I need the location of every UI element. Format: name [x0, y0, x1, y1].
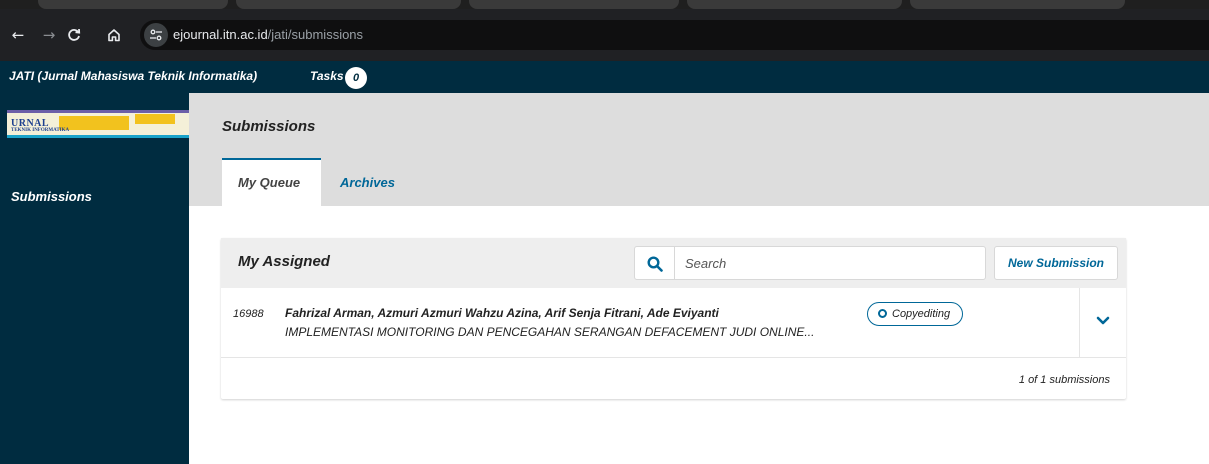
submission-title[interactable]: IMPLEMENTASI MONITORING DAN PENCEGAHAN S… — [285, 325, 814, 339]
browser-tab[interactable] — [687, 0, 902, 9]
page-header: Submissions My Queue Archives — [189, 93, 1209, 206]
browser-tab[interactable] — [236, 0, 461, 9]
logo-gold-block — [135, 114, 175, 124]
tab-archives[interactable]: Archives — [340, 175, 395, 190]
tasks-link[interactable]: Tasks — [310, 69, 344, 83]
tab-my-queue[interactable]: My Queue — [222, 158, 321, 206]
submission-id: 16988 — [233, 308, 264, 320]
search-icon — [647, 256, 663, 272]
submission-row[interactable]: 16988 Fahrizal Arman, Azmuri Azmuri Wahz… — [221, 288, 1126, 358]
sidebar: URNAL TEKNIK INFORMATIKA Submissions — [0, 93, 189, 464]
page-title: Submissions — [222, 118, 316, 135]
submissions-count: 1 of 1 submissions — [1018, 374, 1110, 386]
tasks-count-badge[interactable]: 0 — [345, 67, 367, 89]
journal-context-title[interactable]: JATI (Jurnal Mahasiswa Teknik Informatik… — [9, 69, 257, 83]
new-submission-button[interactable]: New Submission — [994, 246, 1118, 280]
url-path: /jati/submissions — [267, 27, 364, 42]
app-header: JATI (Jurnal Mahasiswa Teknik Informatik… — [0, 61, 1209, 93]
browser-tab-strip — [0, 0, 1209, 9]
panel-header: My Assigned New Submission — [221, 238, 1126, 288]
chevron-down-icon — [1096, 316, 1110, 325]
site-info-icon[interactable] — [144, 23, 168, 47]
browser-toolbar: ← → ejournal.itn.ac.id/jati/submissions — [0, 9, 1209, 61]
reload-icon[interactable] — [64, 25, 84, 45]
sidebar-item-submissions[interactable]: Submissions — [11, 189, 92, 204]
browser-tab[interactable] — [910, 0, 1125, 9]
journal-logo[interactable]: URNAL TEKNIK INFORMATIKA — [7, 110, 189, 138]
browser-tab[interactable] — [469, 0, 679, 9]
status-label: Copyediting — [892, 308, 951, 320]
panel-title: My Assigned — [238, 253, 330, 270]
address-bar[interactable]: ejournal.itn.ac.id/jati/submissions — [140, 20, 1209, 50]
submissions-panel: My Assigned New Submission 16988 Fahriza… — [221, 238, 1126, 399]
logo-gold-block — [59, 116, 129, 130]
expand-row-button[interactable] — [1080, 288, 1126, 358]
status-badge[interactable]: Copyediting — [867, 302, 964, 326]
tab-label: My Queue — [238, 175, 301, 190]
logo-subtext: TEKNIK INFORMATIKA — [11, 128, 70, 133]
url-text: ejournal.itn.ac.id/jati/submissions — [173, 27, 363, 42]
logo-banner — [7, 110, 189, 113]
url-host: ejournal.itn.ac.id — [173, 27, 268, 42]
home-icon[interactable] — [104, 25, 124, 45]
search-button[interactable] — [634, 246, 674, 280]
back-icon[interactable]: ← — [8, 25, 28, 45]
submission-authors[interactable]: Fahrizal Arman, Azmuri Azmuri Wahzu Azin… — [285, 306, 719, 320]
forward-icon[interactable]: → — [39, 25, 59, 45]
status-dot-icon — [878, 309, 887, 318]
search-input[interactable] — [674, 246, 986, 280]
browser-tab[interactable] — [38, 0, 228, 9]
